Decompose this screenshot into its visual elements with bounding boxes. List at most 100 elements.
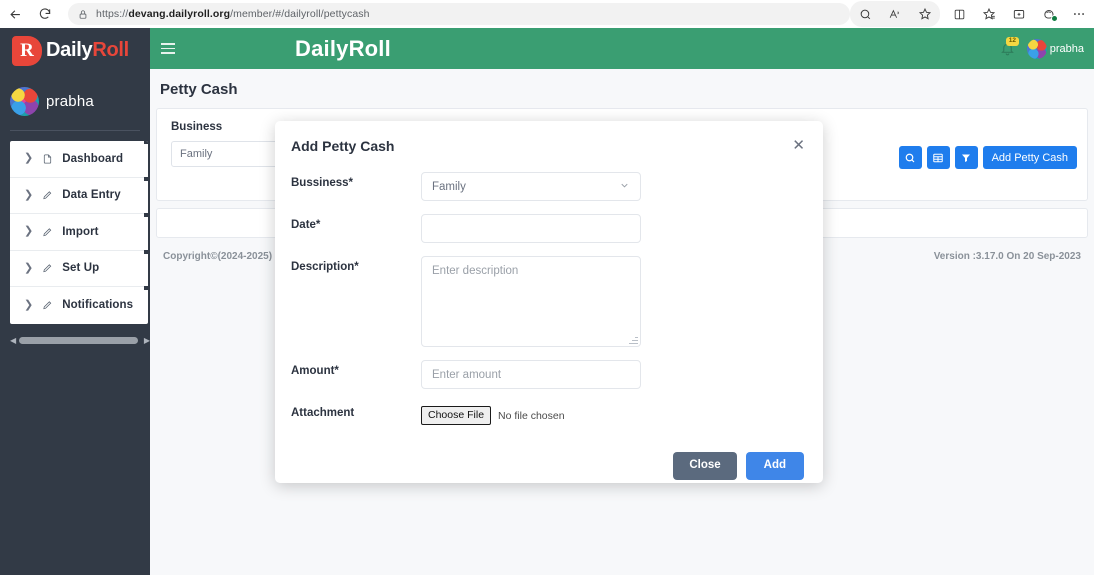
amount-input[interactable]: Enter amount bbox=[421, 360, 641, 389]
browser-toolbar: https://devang.dailyroll.org/member/#/da… bbox=[0, 0, 1094, 28]
page-title-bar: Petty Cash bbox=[150, 69, 1094, 108]
modal-body: Bussiness* Family Date* Description* Ent… bbox=[275, 154, 823, 426]
sidebar-item-label: Set Up bbox=[62, 262, 100, 275]
amount-field-row: Amount* Enter amount bbox=[291, 360, 807, 389]
lock-icon bbox=[78, 9, 88, 20]
avatar bbox=[10, 87, 39, 116]
refresh-icon[interactable] bbox=[30, 1, 60, 27]
close-x-icon[interactable]: ✕ bbox=[792, 138, 805, 153]
more-options-icon[interactable] bbox=[1064, 1, 1094, 27]
amount-label: Amount* bbox=[291, 365, 339, 377]
user-menu[interactable]: prabha bbox=[1026, 38, 1084, 59]
scroll-left-arrow-icon[interactable]: ◀ bbox=[10, 336, 16, 345]
hamburger-menu-icon[interactable] bbox=[161, 43, 175, 54]
notification-badge: 12 bbox=[1005, 37, 1019, 46]
menu-notch bbox=[144, 141, 148, 144]
business-field-row: Bussiness* Family bbox=[291, 172, 807, 201]
chevron-right-icon: ❯ bbox=[24, 225, 34, 238]
grid-view-icon[interactable] bbox=[926, 146, 950, 169]
modal-footer: Close Add bbox=[275, 438, 823, 480]
sidebar-menu: ❯ Dashboard ❯ Data Entry ❯ Import ❯ Set … bbox=[10, 141, 148, 324]
modal-header: Add Petty Cash ✕ bbox=[275, 121, 823, 154]
sidebar-item-dashboard[interactable]: ❯ Dashboard bbox=[10, 141, 148, 178]
search-icon[interactable] bbox=[898, 146, 922, 169]
copyright-text: Copyright©(2024-2025) D bbox=[163, 251, 283, 262]
file-input[interactable]: Choose File No file chosen bbox=[421, 402, 641, 426]
brand-name-part2: Roll bbox=[92, 39, 129, 61]
modal-title: Add Petty Cash bbox=[291, 138, 395, 154]
sidebar-item-set-up[interactable]: ❯ Set Up bbox=[10, 249, 148, 287]
browser-essentials-icon[interactable] bbox=[1034, 1, 1064, 27]
sidebar-item-notifications[interactable]: ❯ Notifications bbox=[10, 286, 148, 324]
url-text: https://devang.dailyroll.org/member/#/da… bbox=[96, 8, 370, 20]
filter-funnel-icon[interactable] bbox=[954, 146, 978, 169]
choose-file-button[interactable]: Choose File bbox=[421, 406, 492, 426]
date-field-row: Date* bbox=[291, 214, 807, 243]
description-textarea[interactable]: Enter description bbox=[421, 256, 641, 347]
collections-icon[interactable] bbox=[974, 1, 1004, 27]
sidebar-item-import[interactable]: ❯ Import bbox=[10, 213, 148, 251]
sidebar-item-label: Notifications bbox=[62, 299, 134, 312]
chevron-right-icon: ❯ bbox=[24, 188, 34, 201]
sidebar-item-data-entry[interactable]: ❯ Data Entry bbox=[10, 176, 148, 214]
sidebar: R DailyRoll prabha ❯ Dashboard ❯ Data En… bbox=[0, 28, 150, 575]
version-text: Version :3.17.0 On 20 Sep-2023 bbox=[933, 251, 1081, 262]
notification-bell-icon[interactable]: 12 bbox=[1000, 37, 1019, 56]
sidebar-item-label: Import bbox=[62, 225, 99, 238]
description-field-row: Description* Enter description bbox=[291, 256, 807, 347]
chevron-right-icon: ❯ bbox=[24, 298, 34, 311]
add-button[interactable]: Add bbox=[745, 452, 804, 480]
app-header: DailyRoll 12 prabha bbox=[150, 28, 1094, 69]
address-bar[interactable]: https://devang.dailyroll.org/member/#/da… bbox=[68, 3, 850, 25]
add-petty-cash-button[interactable]: Add Petty Cash bbox=[982, 146, 1077, 169]
pencil-icon bbox=[42, 226, 53, 238]
menu-notch bbox=[144, 249, 148, 254]
header-actions: 12 prabha bbox=[1000, 37, 1094, 59]
search-icon[interactable] bbox=[850, 1, 880, 27]
scroll-thumb[interactable] bbox=[19, 336, 138, 344]
menu-notch bbox=[144, 213, 148, 217]
dailyroll-logo-icon: R bbox=[12, 35, 42, 66]
favorite-star-icon[interactable] bbox=[910, 1, 940, 27]
amount-placeholder: Enter amount bbox=[432, 368, 502, 381]
date-input[interactable] bbox=[421, 214, 641, 243]
file-status-text: No file chosen bbox=[498, 409, 565, 422]
avatar bbox=[1026, 38, 1047, 59]
brand-logo[interactable]: R DailyRoll bbox=[0, 28, 150, 73]
business-select-value: Family bbox=[180, 148, 213, 160]
user-name: prabha bbox=[1049, 42, 1084, 55]
page-toolbar: Add Petty Cash bbox=[898, 146, 1077, 169]
sidebar-item-label: Dashboard bbox=[62, 152, 124, 165]
chevron-down-icon bbox=[619, 180, 630, 194]
brand-name-part1: Daily bbox=[46, 39, 93, 61]
business-select[interactable]: Family bbox=[421, 172, 641, 201]
sidebar-profile[interactable]: prabha bbox=[0, 73, 150, 130]
pencil-icon bbox=[42, 189, 53, 201]
close-button[interactable]: Close bbox=[673, 452, 737, 480]
chevron-right-icon: ❯ bbox=[24, 261, 34, 274]
menu-notch bbox=[144, 286, 148, 290]
read-aloud-icon[interactable] bbox=[880, 1, 910, 27]
add-petty-cash-modal: Add Petty Cash ✕ Bussiness* Family Date* bbox=[275, 121, 823, 483]
attachment-field-row: Attachment Choose File No file chosen bbox=[291, 402, 807, 426]
business-label: Bussiness* bbox=[291, 177, 354, 189]
sidebar-item-label: Data Entry bbox=[62, 189, 121, 202]
file-icon bbox=[42, 153, 53, 165]
description-placeholder: Enter description bbox=[432, 265, 519, 277]
attachment-label: Attachment bbox=[291, 407, 355, 419]
sidebar-horizontal-scrollbar[interactable]: ◀ ▶ bbox=[10, 333, 150, 347]
resize-handle-icon[interactable] bbox=[629, 335, 638, 344]
back-arrow-icon[interactable] bbox=[0, 1, 30, 27]
logo-letter: R bbox=[20, 39, 34, 61]
profile-name: prabha bbox=[46, 93, 94, 110]
chevron-right-icon: ❯ bbox=[24, 152, 34, 165]
split-screen-icon[interactable] bbox=[944, 1, 974, 27]
pencil-icon bbox=[42, 299, 53, 311]
screenshot-root: https://devang.dailyroll.org/member/#/da… bbox=[0, 0, 1094, 575]
date-label: Date* bbox=[291, 219, 321, 231]
app-title: DailyRoll bbox=[295, 35, 391, 61]
menu-notch bbox=[144, 176, 148, 181]
add-tab-group-icon[interactable] bbox=[1004, 1, 1034, 27]
pencil-icon bbox=[42, 262, 53, 274]
description-label: Description* bbox=[291, 261, 359, 273]
